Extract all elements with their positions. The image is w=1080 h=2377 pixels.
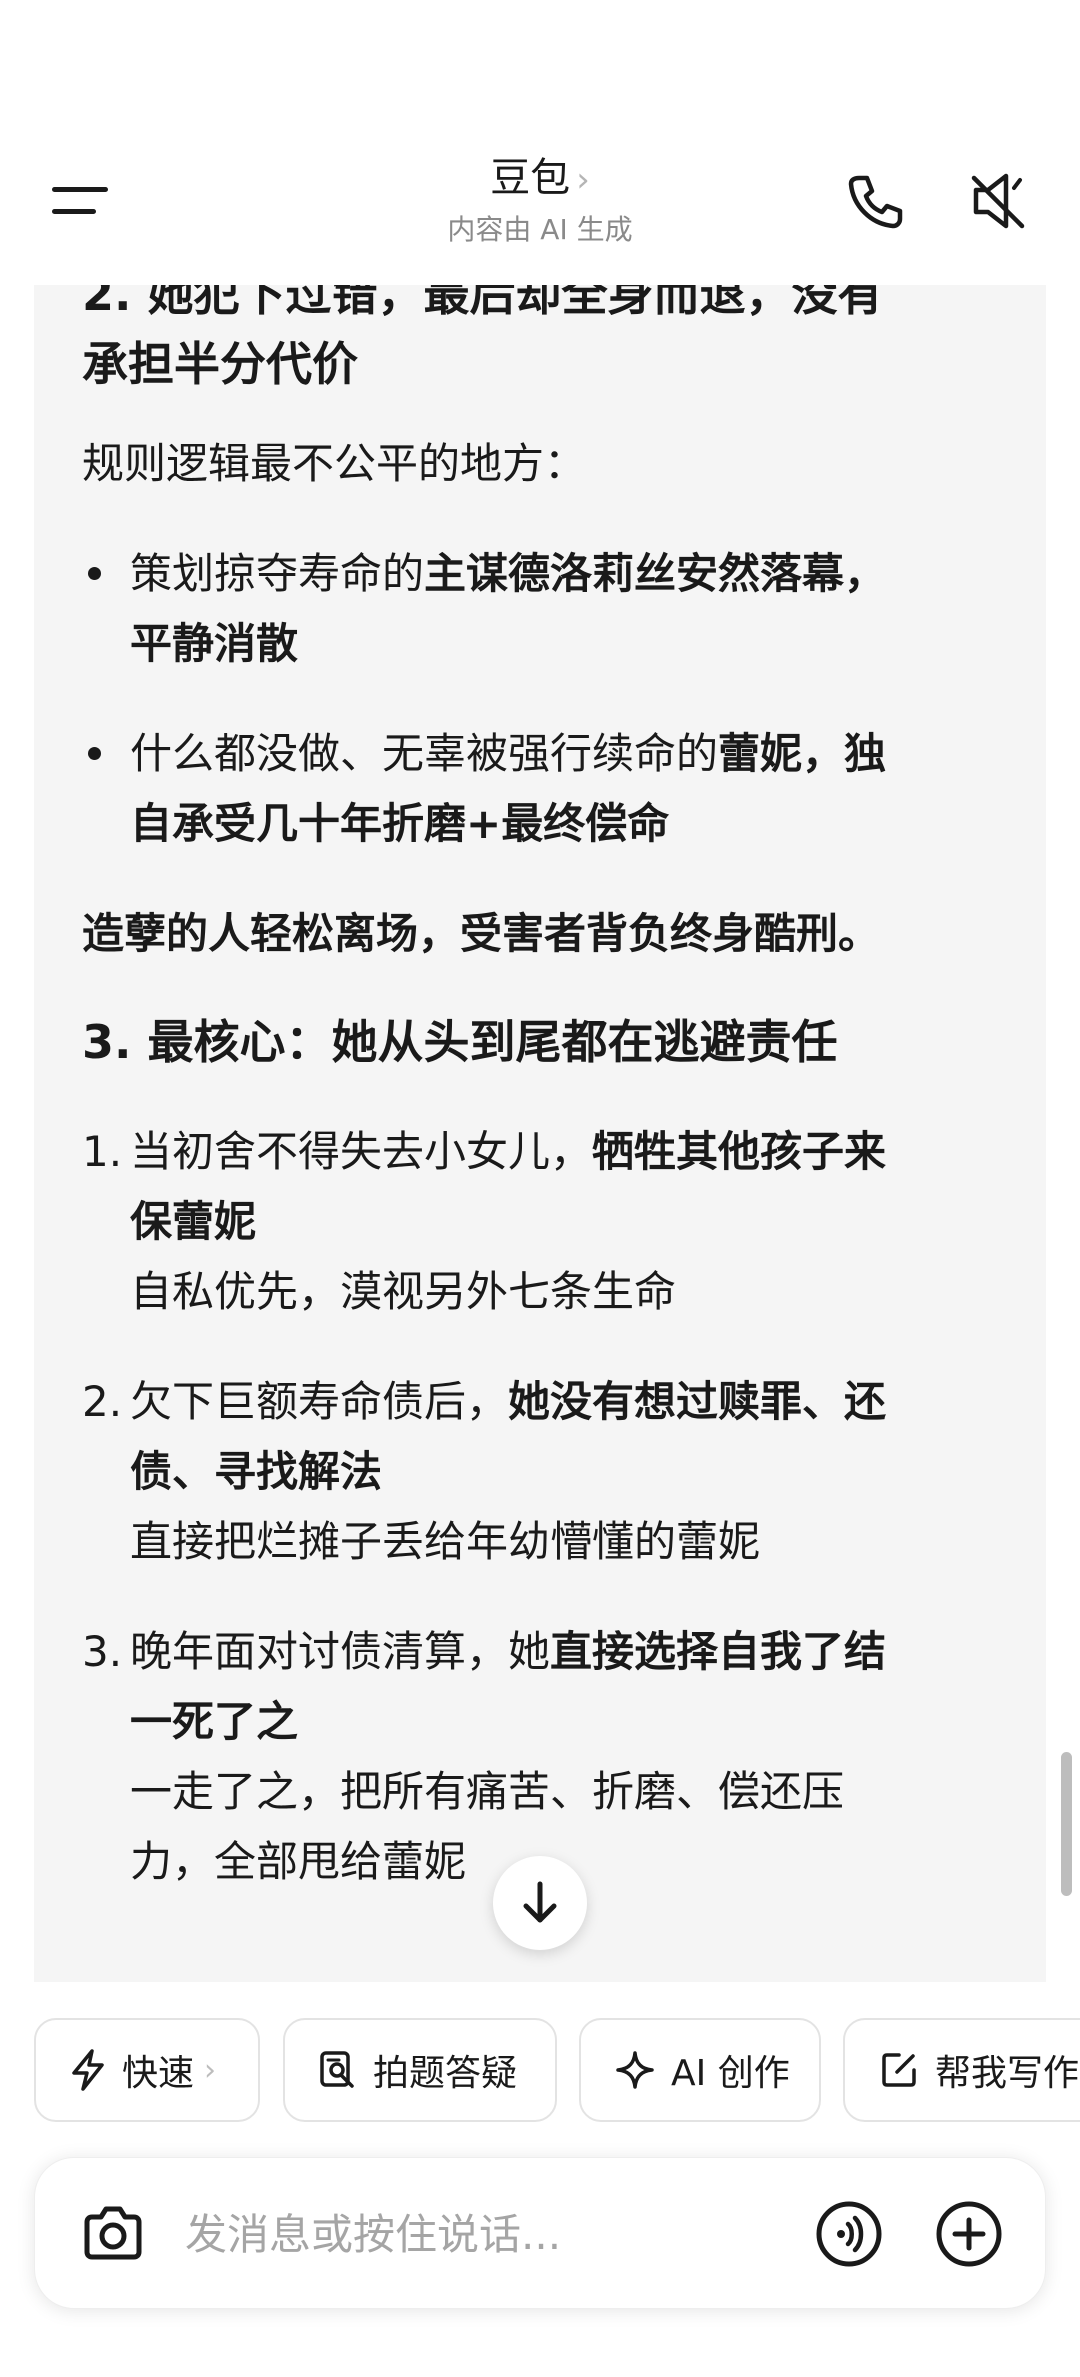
top-bar: 豆包 › 内容由 AI 生成: [0, 0, 1080, 285]
speaker-muted-icon[interactable]: [968, 170, 1028, 232]
message-input[interactable]: [185, 2200, 785, 2268]
section-2-conclusion: 造孽的人轻松离场，受害者背负终身酷刑。: [82, 909, 881, 958]
message-composer: [34, 2157, 1046, 2309]
photo-question-icon: [320, 2051, 354, 2088]
chip-ai-create[interactable]: AI 创作: [579, 2018, 821, 2122]
chip-fast-mode[interactable]: 快速 ›: [34, 2018, 260, 2122]
section-2-heading: 2. 她犯下过错，最后却全身而退，没有 承担半分代价: [82, 285, 884, 391]
quick-action-chips: 快速 › 拍题答疑 AI 创作 帮我写作: [0, 2018, 1080, 2122]
arrow-down-icon: [523, 1881, 557, 1923]
title-area[interactable]: 豆包 › 内容由 AI 生成: [340, 150, 740, 250]
list-item: 什么都没做、无辜被强行续命的蕾妮，独 自承受几十年折磨+最终偿命: [82, 719, 1012, 859]
chevron-right-icon: ›: [204, 2052, 217, 2088]
app-title[interactable]: 豆包 ›: [340, 150, 740, 208]
chip-help-write[interactable]: 帮我写作: [843, 2018, 1080, 2122]
list-item: 策划掠夺寿命的主谋德洛莉丝安然落幕， 平静消散: [82, 539, 1012, 679]
chevron-right-icon: ›: [576, 160, 590, 200]
phone-icon[interactable]: [845, 172, 905, 232]
voice-call-icon[interactable]: [815, 2200, 883, 2268]
list-item: 2. 欠下巨额寿命债后，她没有想过赎罪、还 债、寻找解法 直接把烂摊子丢给年幼懵…: [82, 1377, 887, 1566]
edit-icon: [882, 2053, 916, 2087]
sparkle-icon: [616, 2051, 654, 2089]
list-item: 1. 当初舍不得失去小女儿，牺牲其他孩子来 保蕾妮 自私优先，漠视另外七条生命: [82, 1127, 887, 1316]
section-2-intro: 规则逻辑最不公平的地方：: [82, 439, 587, 488]
scroll-to-bottom-button[interactable]: [493, 1856, 587, 1950]
camera-icon[interactable]: [79, 2200, 147, 2268]
bullet-dot: [88, 567, 101, 580]
bullet-dot: [88, 747, 101, 760]
scrollbar[interactable]: [1061, 1752, 1072, 1896]
chat-screen: 豆包 › 内容由 AI 生成 2. 她犯下过错，最后却全身而退，没有 承担半分代价…: [0, 0, 1080, 2377]
ai-message-card: 2. 她犯下过错，最后却全身而退，没有 承担半分代价 规则逻辑最不公平的地方： …: [34, 285, 1046, 1982]
ai-generated-notice: 内容由 AI 生成: [447, 213, 633, 246]
plus-icon[interactable]: [935, 2200, 1003, 2268]
menu-icon[interactable]: [52, 183, 110, 219]
message-content: 2. 她犯下过错，最后却全身而退，没有 承担半分代价 规则逻辑最不公平的地方： …: [82, 285, 1012, 1897]
section-3-heading: 3. 最核心：她从头到尾都在逃避责任: [82, 1015, 838, 1069]
chip-photo-question[interactable]: 拍题答疑: [283, 2018, 557, 2122]
list-item: 3. 晚年面对讨债清算，她直接选择自我了结 一死了之 一走了之，把所有痛苦、折磨…: [82, 1627, 887, 1886]
lightning-icon: [72, 2049, 104, 2091]
